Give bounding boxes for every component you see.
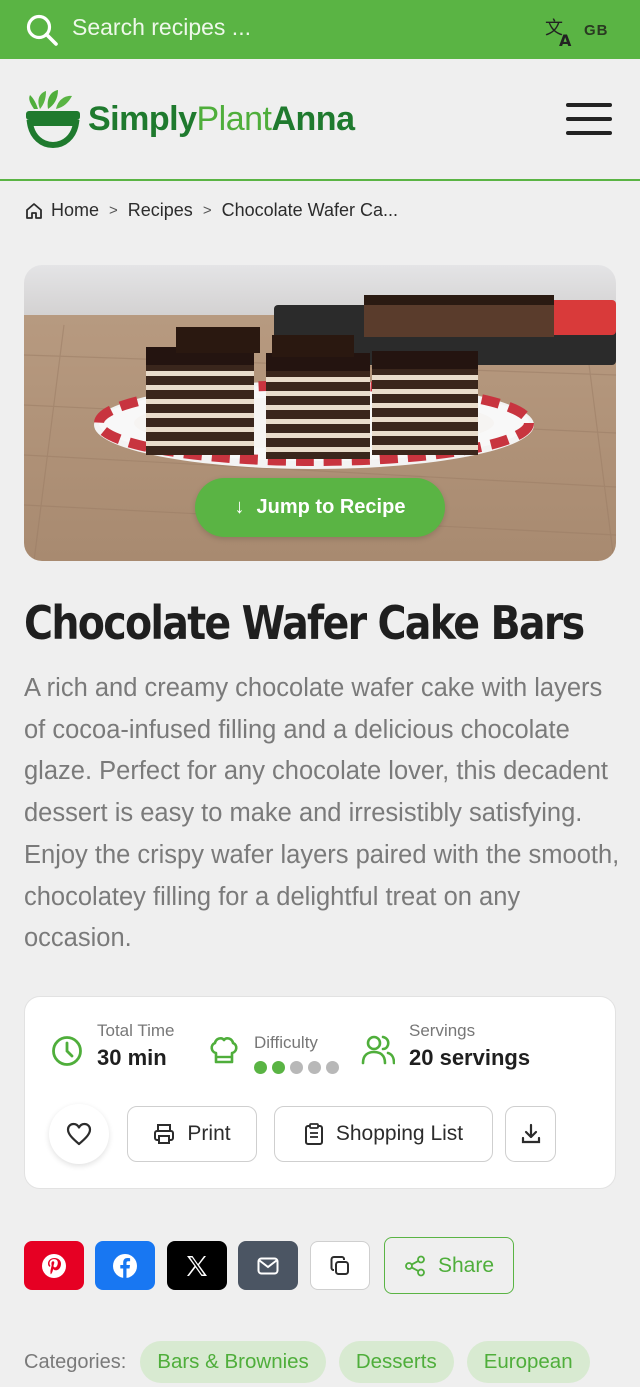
- recipe-description: A rich and creamy chocolate wafer cake w…: [24, 674, 620, 953]
- share-label: Share: [437, 1253, 495, 1277]
- difficulty-dot: [326, 1061, 339, 1074]
- search-icon[interactable]: [25, 13, 59, 47]
- recipe-categories: Categories: Bars & Brownies Desserts Eur…: [24, 1341, 603, 1383]
- breadcrumb: Home > Recipes > Chocolate Wafer Ca...: [24, 200, 398, 221]
- difficulty-label: Difficulty: [254, 1033, 318, 1052]
- categories-label: Categories:: [24, 1350, 127, 1373]
- servings-label: Servings: [409, 1021, 476, 1040]
- breadcrumb-current: Chocolate Wafer Ca...: [221, 200, 398, 220]
- favorite-button[interactable]: [49, 1104, 109, 1164]
- pinterest-share-button[interactable]: [24, 1241, 84, 1290]
- difficulty-dot: [254, 1061, 267, 1074]
- brand-part-anna: Anna: [271, 99, 355, 138]
- difficulty-dot: [272, 1061, 285, 1074]
- difficulty-rating: [254, 1061, 339, 1074]
- hamburger-menu-icon[interactable]: [566, 103, 612, 137]
- printer-icon: [154, 1124, 175, 1144]
- x-logo-icon: [187, 1255, 207, 1276]
- breadcrumb-separator: >: [202, 202, 212, 219]
- jump-to-recipe-button[interactable]: ↓ Jump to Recipe: [195, 478, 445, 537]
- category-chip[interactable]: European: [466, 1341, 590, 1383]
- facebook-share-button[interactable]: [95, 1241, 155, 1290]
- translate-icon[interactable]: 文 A: [544, 16, 576, 48]
- search-input[interactable]: Search recipes ...: [72, 14, 251, 41]
- clipboard-list-icon: [304, 1123, 323, 1145]
- difficulty: Difficulty: [254, 1033, 339, 1074]
- svg-text:A: A: [559, 31, 572, 48]
- brand-name: SimplyPlantAnna: [88, 99, 355, 139]
- clock-icon: [52, 1036, 82, 1066]
- site-header: SimplyPlantAnna: [0, 59, 640, 181]
- share-button[interactable]: Share: [384, 1237, 514, 1294]
- print-label: Print: [187, 1122, 231, 1145]
- total-time-label: Total Time: [97, 1021, 175, 1040]
- heart-icon: [66, 1122, 92, 1146]
- copy-icon: [330, 1255, 349, 1275]
- category-chip[interactable]: Desserts: [338, 1341, 454, 1383]
- total-time-value: 30 min: [97, 1045, 167, 1070]
- copy-link-button[interactable]: [310, 1241, 370, 1290]
- breadcrumb-separator: >: [109, 202, 118, 219]
- brand-part-plant: Plant: [196, 99, 272, 138]
- recipe-info-card: Total Time 30 min Difficulty Servings 20…: [24, 996, 616, 1189]
- recipe-title: Chocolate Wafer Cake Bars: [24, 596, 585, 650]
- site-logo[interactable]: SimplyPlantAnna: [24, 89, 355, 149]
- home-icon[interactable]: [24, 201, 44, 221]
- brand-part-simply: Simply: [88, 99, 197, 138]
- servings-value: 20 servings: [409, 1045, 531, 1070]
- difficulty-dot: [290, 1061, 303, 1074]
- difficulty-dot: [308, 1061, 321, 1074]
- arrow-down-icon: ↓: [234, 496, 245, 518]
- top-search-bar: Search recipes ... 文 A GB: [0, 0, 640, 59]
- download-button[interactable]: [505, 1106, 556, 1162]
- servings: Servings 20 servings: [409, 1021, 530, 1071]
- facebook-icon: [113, 1253, 137, 1278]
- language-code[interactable]: GB: [584, 22, 609, 39]
- pinterest-icon: [42, 1253, 66, 1278]
- breadcrumb-recipes[interactable]: Recipes: [128, 200, 193, 221]
- category-chip[interactable]: Bars & Brownies: [140, 1341, 326, 1383]
- bowl-logo-icon: [26, 90, 80, 149]
- share-icon: [405, 1255, 425, 1276]
- email-share-button[interactable]: [238, 1241, 298, 1290]
- breadcrumb-home[interactable]: Home: [51, 200, 99, 221]
- x-share-button[interactable]: [167, 1241, 227, 1290]
- download-icon: [521, 1123, 540, 1144]
- shopping-list-label: Shopping List: [335, 1122, 464, 1145]
- jump-to-recipe-label: Jump to Recipe: [256, 496, 406, 518]
- print-button[interactable]: Print: [127, 1106, 257, 1162]
- envelope-icon: [257, 1257, 279, 1274]
- chef-hat-icon: [210, 1037, 238, 1064]
- total-time: Total Time 30 min: [97, 1021, 174, 1071]
- shopping-list-button[interactable]: Shopping List: [274, 1106, 493, 1162]
- users-icon: [361, 1035, 395, 1065]
